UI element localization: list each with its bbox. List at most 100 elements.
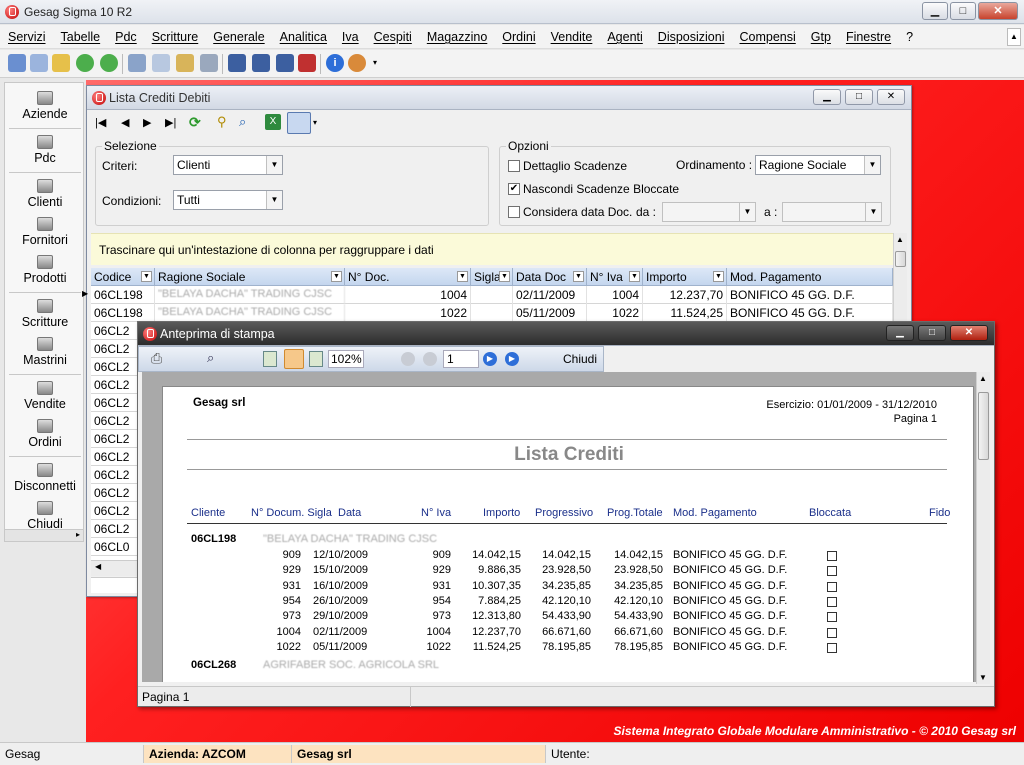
column-header-3[interactable]: Sigla ▼ [471, 268, 513, 286]
scroll-thumb[interactable] [895, 251, 906, 267]
nascondi-checkbox[interactable]: ✔ [508, 183, 520, 195]
multi-page-icon[interactable] [309, 351, 323, 367]
prev-record-icon[interactable]: ◀ [121, 116, 129, 129]
next-record-icon[interactable]: ▶ [143, 116, 151, 129]
calendar-icon[interactable] [252, 54, 270, 72]
last-page-icon[interactable]: ▶ [505, 352, 519, 366]
scroll-up-icon[interactable]: ▲ [896, 235, 904, 244]
binoculars-icon[interactable]: ⌕ [207, 350, 214, 366]
chevron-down-icon[interactable]: ▼ [713, 271, 724, 282]
refresh-icon[interactable]: ⟳ [189, 114, 205, 130]
menu-item-magazzino[interactable]: Magazzino [427, 30, 487, 44]
sidebar-item-disconnetti[interactable]: Disconnetti [5, 463, 85, 493]
column-header-5[interactable]: N° Iva ▼ [587, 268, 643, 286]
menu-item-ordini[interactable]: Ordini [502, 30, 535, 44]
cash-icon[interactable] [298, 54, 316, 72]
menu-scroll-button[interactable]: ▲ [1007, 28, 1021, 46]
sidebar-item-vendite[interactable]: Vendite [5, 381, 85, 411]
crediti-maximize-button[interactable]: □ [845, 89, 873, 105]
chevron-down-icon[interactable]: ▼ [266, 156, 282, 174]
menu-item-help[interactable]: ? [906, 30, 913, 44]
dettaglio-checkbox[interactable] [508, 160, 520, 172]
chevron-down-icon[interactable]: ▼ [573, 271, 584, 282]
chevron-down-icon[interactable]: ▼ [864, 156, 880, 174]
sidebar-collapse-icon[interactable]: ▸ [5, 529, 83, 541]
column-header-6[interactable]: Importo ▼ [643, 268, 727, 286]
sidebar-item-pdc[interactable]: Pdc [5, 135, 85, 165]
scroll-left-icon[interactable]: ◀ [95, 562, 101, 571]
chevron-down-icon[interactable]: ▼ [266, 191, 282, 209]
excel-icon[interactable]: X [265, 114, 281, 130]
column-header-7[interactable]: Mod. Pagamento [727, 268, 893, 286]
calculator-icon[interactable] [228, 54, 246, 72]
table-row[interactable]: 06CL198 "BELAYA DACHA" TRADING CJSC 1004 02… [82, 286, 893, 304]
data-a-select[interactable]: ▼ [782, 202, 882, 222]
condizioni-select[interactable]: Tutti ▼ [173, 190, 283, 210]
last-record-icon[interactable]: ▶| [165, 116, 176, 129]
register-icon[interactable] [276, 54, 294, 72]
scroll-thumb[interactable] [978, 392, 989, 460]
menu-item-scritture[interactable]: Scritture [152, 30, 199, 44]
ordinamento-select[interactable]: Ragione Sociale ▼ [755, 155, 881, 175]
sidebar-item-prodotti[interactable]: Prodotti [5, 255, 85, 285]
scroll-down-icon[interactable]: ▼ [979, 673, 987, 682]
chevron-down-icon[interactable]: ▼ [629, 271, 640, 282]
folder-icon[interactable] [52, 54, 70, 72]
menu-item-finestre[interactable]: Finestre [846, 30, 891, 44]
group-by-panel[interactable]: Trascinare qui un'intestazione di colonn… [91, 233, 897, 265]
menu-item-cespiti[interactable]: Cespiti [374, 30, 412, 44]
print-icon[interactable] [287, 112, 311, 134]
sidebar-item-fornitori[interactable]: Fornitori [5, 217, 85, 247]
page-number-input[interactable]: 1 [443, 350, 479, 368]
menu-item-pdc[interactable]: Pdc [115, 30, 137, 44]
sidebar-item-chiudi[interactable]: Chiudi [5, 501, 85, 531]
chevron-down-icon[interactable]: ▼ [457, 271, 468, 282]
prev-page-icon[interactable] [423, 352, 437, 366]
page-width-icon[interactable] [284, 349, 304, 369]
archive-icon[interactable] [176, 54, 194, 72]
preview-minimize-button[interactable]: ▁ [886, 325, 914, 341]
zoom-field[interactable]: 102% [328, 350, 364, 368]
chiudi-preview-button[interactable]: Chiudi [563, 352, 597, 366]
menu-item-generale[interactable]: Generale [213, 30, 264, 44]
preview-maximize-button[interactable]: □ [918, 325, 946, 341]
menu-item-analitica[interactable]: Analitica [280, 30, 327, 44]
sidebar-item-ordini[interactable]: Ordini [5, 419, 85, 449]
menu-item-disposizioni[interactable]: Disposizioni [658, 30, 725, 44]
menu-item-tabelle[interactable]: Tabelle [61, 30, 101, 44]
crediti-minimize-button[interactable]: ▁ [813, 89, 841, 105]
chevron-down-icon[interactable]: ▼ [499, 271, 510, 282]
sidebar-item-clienti[interactable]: Clienti [5, 179, 85, 209]
considera-checkbox[interactable] [508, 206, 520, 218]
user-icon[interactable] [348, 54, 366, 72]
menu-item-compensi[interactable]: Compensi [740, 30, 796, 44]
scroll-up-icon[interactable]: ▲ [979, 374, 987, 383]
next-page-icon[interactable]: ▶ [483, 352, 497, 366]
data-da-select[interactable]: ▼ [662, 202, 756, 222]
copy-icon[interactable] [200, 54, 218, 72]
criteri-select[interactable]: Clienti ▼ [173, 155, 283, 175]
toolbar-overflow-icon[interactable]: ▾ [313, 118, 317, 127]
tree-icon[interactable] [128, 54, 146, 72]
preview-close-button[interactable]: ✕ [950, 325, 988, 341]
menu-item-iva[interactable]: Iva [342, 30, 359, 44]
forward-icon[interactable] [100, 54, 118, 72]
document-icon[interactable] [30, 54, 48, 72]
chevron-down-icon[interactable]: ▼ [331, 271, 342, 282]
sidebar-item-aziende[interactable]: Aziende [5, 91, 85, 121]
info-icon[interactable]: i [326, 54, 344, 72]
chevron-down-icon[interactable]: ▼ [865, 203, 881, 221]
sidebar-item-mastrini[interactable]: Mastrini [5, 337, 85, 367]
list-icon[interactable] [152, 54, 170, 72]
menu-item-gtp[interactable]: Gtp [811, 30, 831, 44]
menu-item-agenti[interactable]: Agenti [607, 30, 642, 44]
close-button[interactable]: ✕ [978, 2, 1018, 20]
column-header-0[interactable]: Codice ▼ [91, 268, 155, 286]
menu-item-servizi[interactable]: Servizi [8, 30, 46, 44]
maximize-button[interactable]: □ [950, 2, 976, 20]
first-page-icon[interactable] [401, 352, 415, 366]
chevron-down-icon[interactable]: ▼ [739, 203, 755, 221]
chevron-down-icon[interactable]: ▼ [141, 271, 152, 282]
column-header-4[interactable]: Data Doc ▼ [513, 268, 587, 286]
sidebar-item-scritture[interactable]: Scritture [5, 299, 85, 329]
